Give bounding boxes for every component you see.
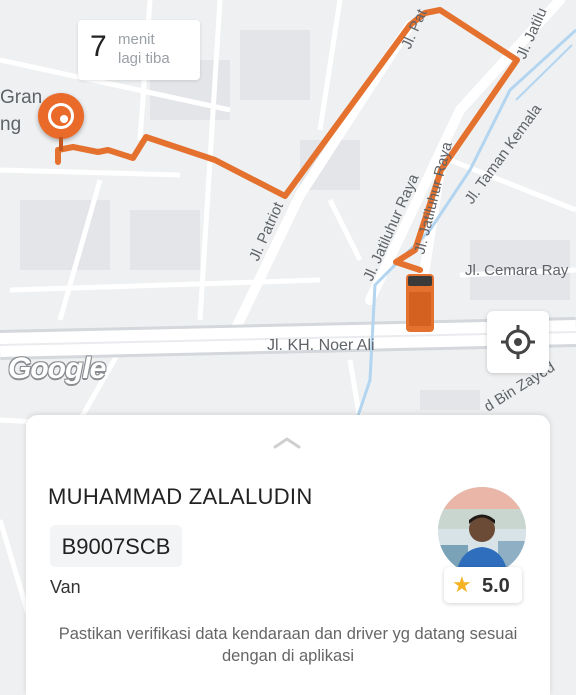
- eta-card: 7 menit lagi tiba: [78, 20, 200, 80]
- plate-number: B9007SCB: [61, 534, 171, 559]
- vehicle-type: Van: [50, 577, 81, 597]
- pickup-pin-icon: [38, 93, 84, 151]
- road-label-noer-ali: Jl. KH. Noer Ali: [267, 337, 375, 354]
- driver-info-sheet[interactable]: MUHAMMAD ZALALUDIN B9007SCB Van ★ 5.0 Pa…: [26, 415, 550, 695]
- chevron-up-icon[interactable]: [272, 435, 302, 449]
- rating-value: 5.0: [482, 575, 510, 597]
- crosshair-icon: [501, 325, 535, 359]
- eta-label: menit lagi tiba: [118, 30, 196, 68]
- driver-name: MUHAMMAD ZALALUDIN: [48, 484, 313, 509]
- eta-arrival: lagi tiba: [118, 50, 170, 67]
- locate-me-button[interactable]: [487, 311, 549, 373]
- pin-ring: [48, 103, 74, 129]
- eta-minutes: 7: [90, 30, 107, 63]
- eta-unit: menit: [118, 31, 155, 48]
- star-icon: ★: [452, 572, 472, 597]
- place-label-2: ng: [0, 114, 21, 135]
- driver-avatar[interactable]: [438, 487, 526, 575]
- verification-note: Pastikan verifikasi data kendaraan dan d…: [58, 625, 518, 665]
- road-label-cemara: Jl. Cemara Ray: [465, 262, 569, 279]
- van-icon: [406, 274, 434, 332]
- place-label-1: Gran: [0, 87, 42, 108]
- license-plate: B9007SCB: [50, 525, 182, 567]
- avatar-image: [438, 487, 526, 575]
- google-logo: Google: [8, 352, 106, 385]
- driver-rating: ★ 5.0: [444, 567, 522, 603]
